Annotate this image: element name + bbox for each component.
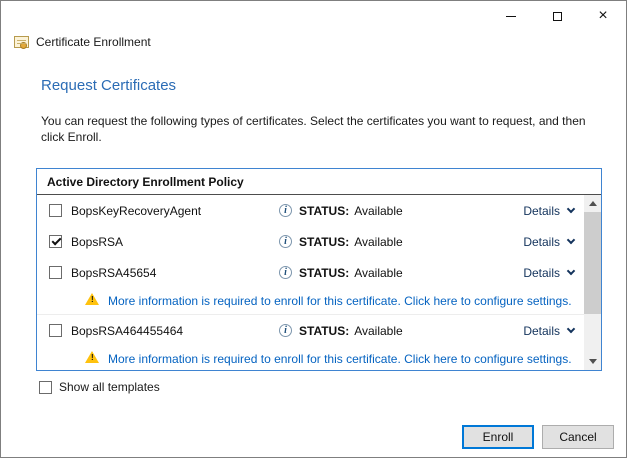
status-label: STATUS:: [299, 266, 349, 280]
info-icon: i: [279, 324, 292, 337]
info-icon: i: [279, 266, 292, 279]
app-header: Certificate Enrollment: [14, 35, 151, 49]
details-label: Details: [523, 266, 560, 280]
show-all-checkbox[interactable]: [39, 381, 52, 394]
info-icon: i: [279, 204, 292, 217]
show-all-templates[interactable]: Show all templates: [39, 380, 160, 394]
enroll-button[interactable]: Enroll: [462, 425, 534, 449]
info-icon: i: [279, 235, 292, 248]
close-button[interactable]: ×: [580, 1, 626, 31]
warning-icon: !: [85, 293, 99, 305]
status-value: Available: [354, 324, 402, 338]
minimize-button[interactable]: [488, 1, 534, 31]
template-checkbox[interactable]: [49, 204, 62, 217]
template-name: BopsRSA45654: [71, 266, 279, 280]
info-glyph: i: [284, 268, 287, 278]
template-checkbox[interactable]: [49, 266, 62, 279]
titlebar: ×: [488, 1, 626, 31]
details-label: Details: [523, 204, 560, 218]
certificate-list: Active Directory Enrollment Policy BopsK…: [36, 168, 602, 371]
configure-settings-link[interactable]: More information is required to enroll f…: [108, 294, 572, 308]
show-all-label: Show all templates: [59, 380, 160, 394]
vertical-scrollbar[interactable]: [584, 195, 601, 370]
certificate-icon: [14, 36, 29, 48]
template-checkbox[interactable]: [49, 324, 62, 337]
warning-icon: !: [85, 351, 99, 363]
details-toggle[interactable]: Details: [523, 235, 574, 249]
scrollbar-track[interactable]: [584, 212, 601, 353]
chevron-down-icon: [567, 266, 575, 274]
arrow-up-icon: [589, 201, 597, 206]
intro-text: You can request the following types of c…: [41, 113, 597, 145]
template-row[interactable]: BopsRSA45654 i STATUS: Available Details: [37, 257, 584, 288]
details-toggle[interactable]: Details: [523, 204, 574, 218]
scroll-up-button[interactable]: [584, 195, 601, 212]
list-body: BopsKeyRecoveryAgent i STATUS: Available…: [37, 195, 601, 370]
template-warning-row: ! More information is required to enroll…: [37, 346, 584, 370]
chevron-down-icon: [567, 235, 575, 243]
status-value: Available: [354, 266, 402, 280]
minimize-icon: [506, 16, 516, 17]
details-label: Details: [523, 235, 560, 249]
arrow-down-icon: [589, 359, 597, 364]
status-label: STATUS:: [299, 324, 349, 338]
info-glyph: i: [284, 237, 287, 247]
action-buttons: Enroll Cancel: [462, 425, 614, 449]
status-label: STATUS:: [299, 235, 349, 249]
template-row[interactable]: BopsRSA464455464 i STATUS: Available Det…: [37, 315, 584, 346]
status-value: Available: [354, 235, 402, 249]
cancel-button[interactable]: Cancel: [542, 425, 614, 449]
configure-settings-link[interactable]: More information is required to enroll f…: [108, 352, 572, 366]
details-label: Details: [523, 324, 560, 338]
template-row[interactable]: BopsRSA i STATUS: Available Details: [37, 226, 584, 257]
details-toggle[interactable]: Details: [523, 324, 574, 338]
details-toggle[interactable]: Details: [523, 266, 574, 280]
chevron-down-icon: [567, 204, 575, 212]
close-icon: ×: [598, 8, 607, 24]
template-row[interactable]: BopsKeyRecoveryAgent i STATUS: Available…: [37, 195, 584, 226]
status-label: STATUS:: [299, 204, 349, 218]
template-name: BopsRSA464455464: [71, 324, 279, 338]
app-title: Certificate Enrollment: [36, 35, 151, 49]
maximize-icon: [553, 12, 562, 21]
certificate-enrollment-window: × Certificate Enrollment Request Certifi…: [0, 0, 627, 458]
template-name: BopsRSA: [71, 235, 279, 249]
info-glyph: i: [284, 206, 287, 216]
template-checkbox[interactable]: [49, 235, 62, 248]
warning-glyph: !: [91, 353, 94, 362]
chevron-down-icon: [567, 324, 575, 332]
template-name: BopsKeyRecoveryAgent: [71, 204, 279, 218]
policy-header: Active Directory Enrollment Policy: [37, 169, 601, 195]
maximize-button[interactable]: [534, 1, 580, 31]
status-value: Available: [354, 204, 402, 218]
template-warning-row: ! More information is required to enroll…: [37, 288, 584, 315]
warning-glyph: !: [91, 295, 94, 304]
info-glyph: i: [284, 326, 287, 336]
scrollbar-thumb[interactable]: [584, 212, 601, 314]
page-title: Request Certificates: [41, 77, 176, 94]
scroll-down-button[interactable]: [584, 353, 601, 370]
template-rows: BopsKeyRecoveryAgent i STATUS: Available…: [37, 195, 584, 370]
